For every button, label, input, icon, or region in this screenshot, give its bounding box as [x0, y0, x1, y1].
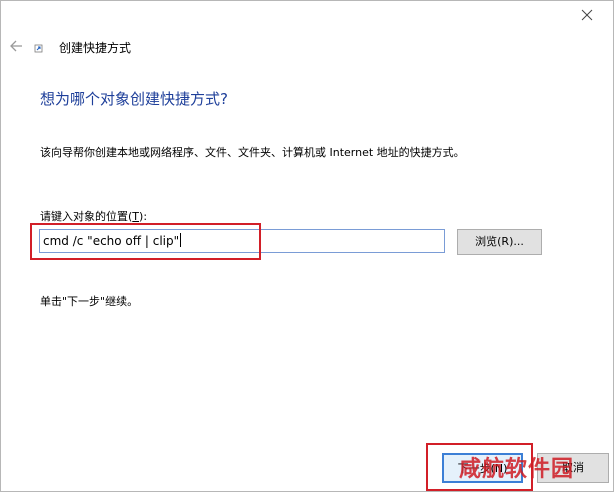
location-label-suffix: ): [139, 210, 148, 223]
wizard-description: 该向导帮你创建本地或网络程序、文件、文件夹、计算机或 Internet 地址的快… [40, 146, 465, 159]
hint-text: 单击"下一步"继续。 [40, 295, 139, 308]
location-label: 请键入对象的位置(T): [40, 208, 147, 224]
text-caret [180, 233, 182, 247]
page-title: 想为哪个对象创建快捷方式? [40, 90, 228, 108]
close-icon [581, 9, 593, 21]
browse-button[interactable]: 浏览(R)... [457, 229, 542, 255]
close-button[interactable] [561, 1, 613, 29]
back-button[interactable] [9, 39, 25, 55]
location-input[interactable]: cmd /c "echo off | clip" [39, 229, 445, 253]
location-label-prefix: 请键入对象的位置( [40, 210, 133, 223]
back-arrow-icon [10, 40, 22, 52]
create-shortcut-window: 创建快捷方式 想为哪个对象创建快捷方式? 该向导帮你创建本地或网络程序、文件、文… [0, 0, 614, 492]
shortcut-app-icon [34, 42, 44, 53]
watermark: 咸航软件园 [459, 457, 575, 482]
window-title: 创建快捷方式 [59, 41, 132, 55]
location-input-value: cmd /c "echo off | clip" [43, 234, 180, 248]
